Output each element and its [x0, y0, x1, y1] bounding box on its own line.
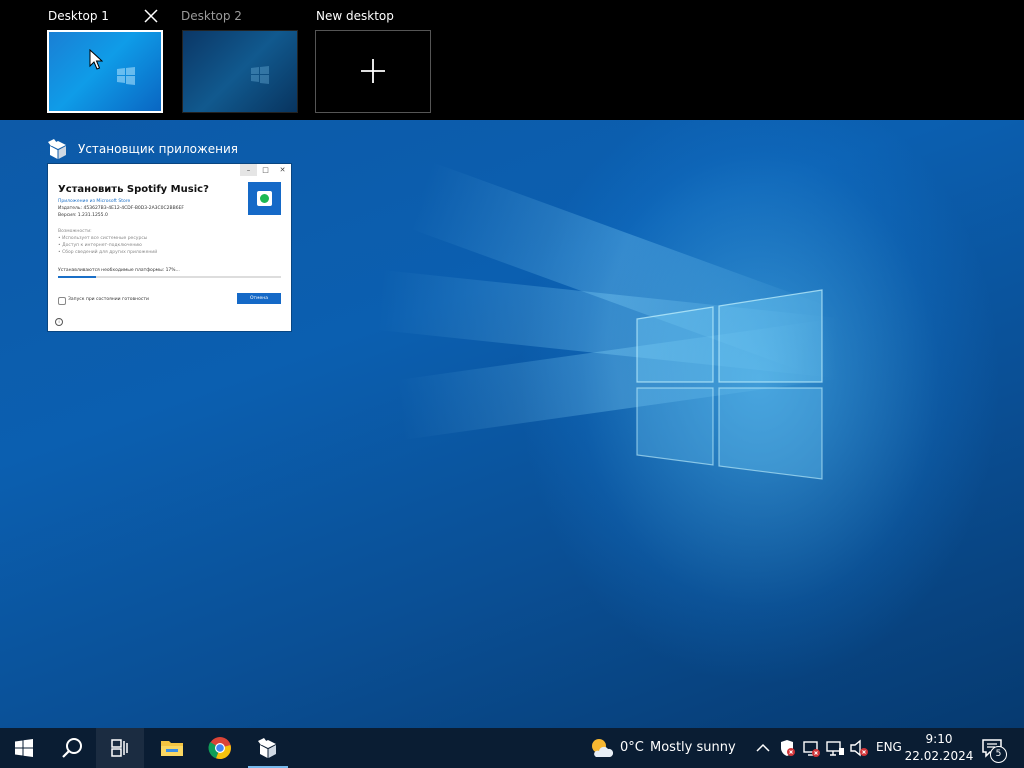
weather-description[interactable]: Mostly sunny — [650, 740, 736, 755]
task-view-button[interactable] — [96, 728, 144, 768]
app-installer-window-thumbnail[interactable]: – □ ✕ Установить Spotify Music? Приложен… — [48, 164, 291, 331]
task-view-icon — [111, 739, 128, 757]
app-installer-icon — [48, 139, 66, 159]
capability-item: • Доступ к интернет-подключению — [58, 243, 142, 248]
window-title: Установщик приложения — [78, 142, 239, 156]
app-installer-icon — [258, 738, 276, 758]
install-status-text: Устанавливаются необходимые платформы: 1… — [58, 268, 180, 273]
spotify-logo-tile — [248, 182, 281, 215]
desktop-1-label: Desktop 1 — [48, 9, 109, 23]
publisher-text: Издатель: 453627B3-4E12-4CDF-B0D3-2A3C0C… — [58, 206, 185, 211]
mouse-cursor-icon — [89, 49, 103, 70]
show-hidden-icons-chevron-up-icon[interactable] — [753, 738, 773, 758]
virtual-desktops-bar: Desktop 1 Desktop 2 New desktop — [0, 0, 1024, 120]
maximize-button: □ — [262, 166, 269, 174]
search-button[interactable] — [48, 728, 96, 768]
start-button[interactable] — [0, 728, 48, 768]
install-progress-bar — [58, 276, 281, 278]
close-button: ✕ — [279, 166, 286, 174]
weather-temperature[interactable]: 0°C — [620, 740, 644, 755]
desktop-2-thumbnail[interactable] — [182, 30, 298, 113]
windows-logo-icon — [636, 289, 823, 480]
input-language-indicator[interactable]: ENG — [876, 740, 902, 754]
folder-icon — [161, 741, 183, 756]
spotify-icon — [260, 194, 269, 203]
desktop-1-thumbnail[interactable] — [47, 30, 163, 113]
network-error-icon[interactable] — [801, 738, 821, 758]
plus-icon — [361, 59, 385, 83]
window-preview-header[interactable]: Установщик приложения — [46, 136, 238, 162]
notification-count-badge: 5 — [990, 746, 1007, 763]
launch-when-ready-label: Запуск при состоянии готовности — [68, 297, 149, 302]
version-text: Версия: 1.231.1255.0 — [58, 213, 108, 218]
windows-security-icon[interactable] — [777, 738, 797, 758]
close-desktop-icon[interactable] — [142, 7, 160, 25]
capabilities-title: Возможности: — [58, 229, 92, 234]
minimize-button: – — [240, 164, 257, 176]
capability-item: • Использует все системные ресурсы — [58, 236, 148, 241]
info-icon: i — [55, 318, 63, 326]
capability-item: • Сбор сведений для других приложений — [58, 250, 158, 255]
window-controls: – □ ✕ — [240, 164, 291, 176]
weather-icon[interactable] — [589, 737, 613, 759]
launch-when-ready-checkbox — [58, 297, 66, 305]
display-network-icon[interactable] — [825, 738, 845, 758]
clock[interactable]: 9:10 22.02.2024 — [904, 731, 974, 765]
desktop-2-label: Desktop 2 — [181, 9, 242, 23]
new-desktop-button[interactable] — [315, 30, 431, 113]
clock-date: 22.02.2024 — [904, 749, 974, 763]
windows-start-icon — [15, 739, 33, 757]
store-link: Приложение из Microsoft Store — [58, 199, 131, 204]
new-desktop-label: New desktop — [316, 9, 394, 23]
install-heading: Установить Spotify Music? — [58, 184, 209, 195]
volume-muted-icon[interactable] — [849, 738, 869, 758]
search-icon — [62, 738, 82, 758]
install-progress-fill — [58, 276, 96, 278]
windows-logo-icon — [251, 66, 269, 84]
file-explorer-button[interactable] — [148, 728, 196, 768]
windows-logo-icon — [117, 67, 135, 85]
chrome-button[interactable] — [196, 728, 244, 768]
taskbar: 0°C Mostly sunny ENG 9:10 22.02.2024 5 — [0, 728, 1024, 768]
chrome-icon — [208, 737, 231, 760]
app-installer-button[interactable] — [244, 728, 292, 768]
clock-time: 9:10 — [925, 732, 953, 746]
cancel-button: Отмена — [237, 293, 281, 304]
